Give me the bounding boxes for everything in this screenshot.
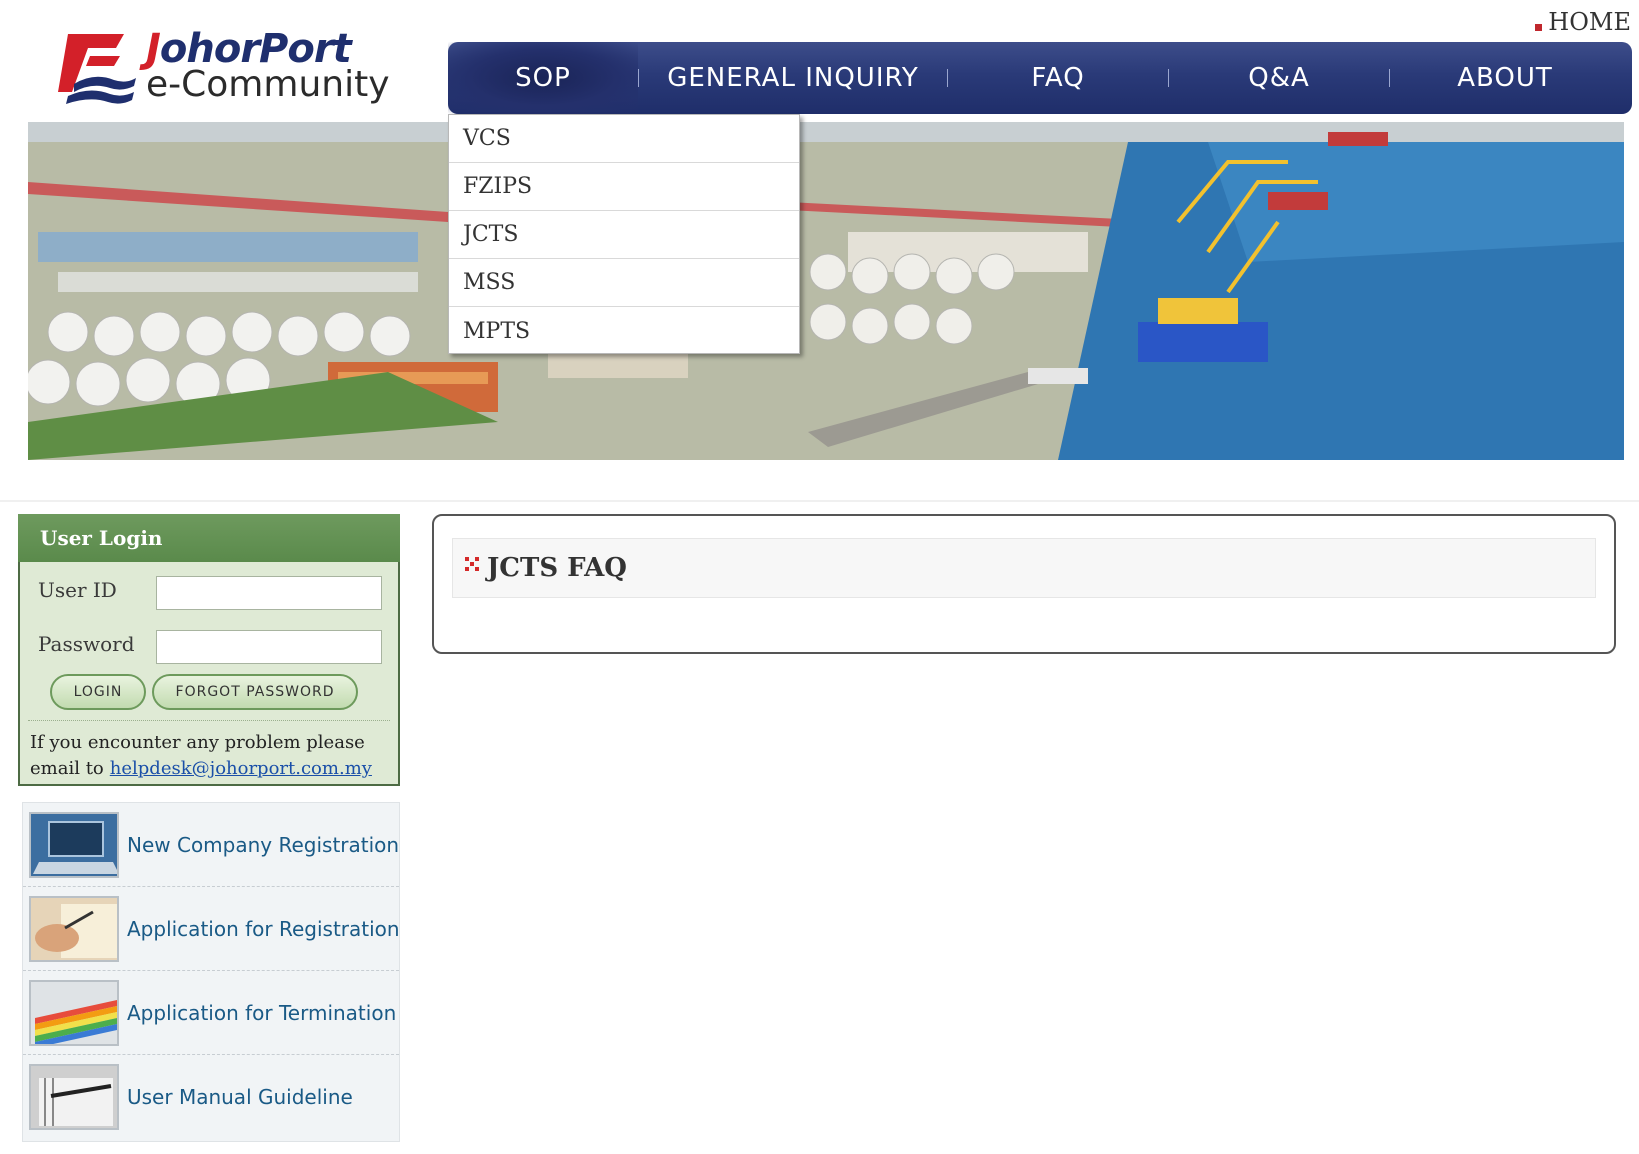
faq-content-box: JCTS FAQ (432, 514, 1616, 654)
johorport-logo-icon (58, 34, 136, 104)
bullet-icon (1535, 23, 1543, 31)
faq-title-bar: JCTS FAQ (452, 538, 1596, 598)
notebook-pen-icon (29, 1064, 119, 1130)
user-login-panel: User Login User ID Password LOGIN FORGOT… (18, 514, 400, 786)
quick-link-user-manual-guideline[interactable]: User Manual Guideline (23, 1055, 399, 1139)
page-title: JCTS FAQ (487, 553, 627, 583)
home-label: HOME (1548, 8, 1631, 36)
quick-link-application-for-registration[interactable]: Application for Registration (23, 887, 400, 971)
brand-subtitle: e-Community (146, 64, 390, 105)
user-id-input[interactable] (156, 576, 382, 610)
quick-links-panel: New Company Registration Application for… (22, 802, 400, 1142)
nav-item-qa[interactable]: Q&A (1169, 42, 1389, 114)
dropdown-item-fzips[interactable]: FZIPS (449, 163, 799, 211)
port-banner-image (28, 122, 1624, 460)
quick-link-label: User Manual Guideline (127, 1085, 353, 1109)
login-title: User Login (18, 514, 400, 562)
forgot-password-button[interactable]: FORGOT PASSWORD (152, 674, 358, 710)
signing-document-icon (29, 895, 119, 962)
quick-link-label: Application for Termination (127, 1000, 397, 1025)
help-message: If you encounter any problem please emai… (30, 730, 390, 782)
nav-item-general-inquiry[interactable]: GENERAL INQUIRY (639, 42, 947, 114)
section-divider (0, 500, 1639, 502)
dropdown-item-mss[interactable]: MSS (449, 259, 799, 307)
home-link[interactable]: HOME (1535, 8, 1631, 36)
nav-item-about[interactable]: ABOUT (1390, 42, 1620, 114)
sop-dropdown-menu: VCS FZIPS JCTS MSS MPTS (448, 114, 800, 354)
login-button[interactable]: LOGIN (50, 674, 146, 710)
nav-item-faq[interactable]: FAQ (948, 42, 1168, 114)
quick-link-label: New Company Registration (127, 832, 400, 857)
port-scene-illustration (28, 122, 1624, 460)
nav-item-sop[interactable]: SOP (448, 42, 638, 114)
quick-link-label: Application for Registration (127, 916, 400, 941)
dropdown-item-jcts[interactable]: JCTS (449, 211, 799, 259)
login-separator (28, 720, 390, 721)
quick-link-application-for-termination[interactable]: Application for Termination (23, 971, 399, 1055)
user-id-label: User ID (38, 578, 117, 602)
dropdown-item-vcs[interactable]: VCS (449, 115, 799, 163)
helpdesk-email-link[interactable]: helpdesk@johorport.com.my (110, 758, 372, 779)
colorful-papers-icon (29, 979, 119, 1046)
red-dots-icon (465, 557, 479, 571)
quick-link-new-company-registration[interactable]: New Company Registration (23, 803, 399, 887)
password-input[interactable] (156, 630, 382, 664)
laptop-icon (29, 811, 119, 878)
main-nav: SOP GENERAL INQUIRY FAQ Q&A ABOUT (448, 42, 1632, 114)
dropdown-item-mpts[interactable]: MPTS (449, 307, 799, 355)
password-label: Password (38, 632, 135, 656)
login-form: User ID Password LOGIN FORGOT PASSWORD I… (18, 562, 400, 786)
site-logo[interactable]: JohorPort e-Community (54, 26, 390, 108)
